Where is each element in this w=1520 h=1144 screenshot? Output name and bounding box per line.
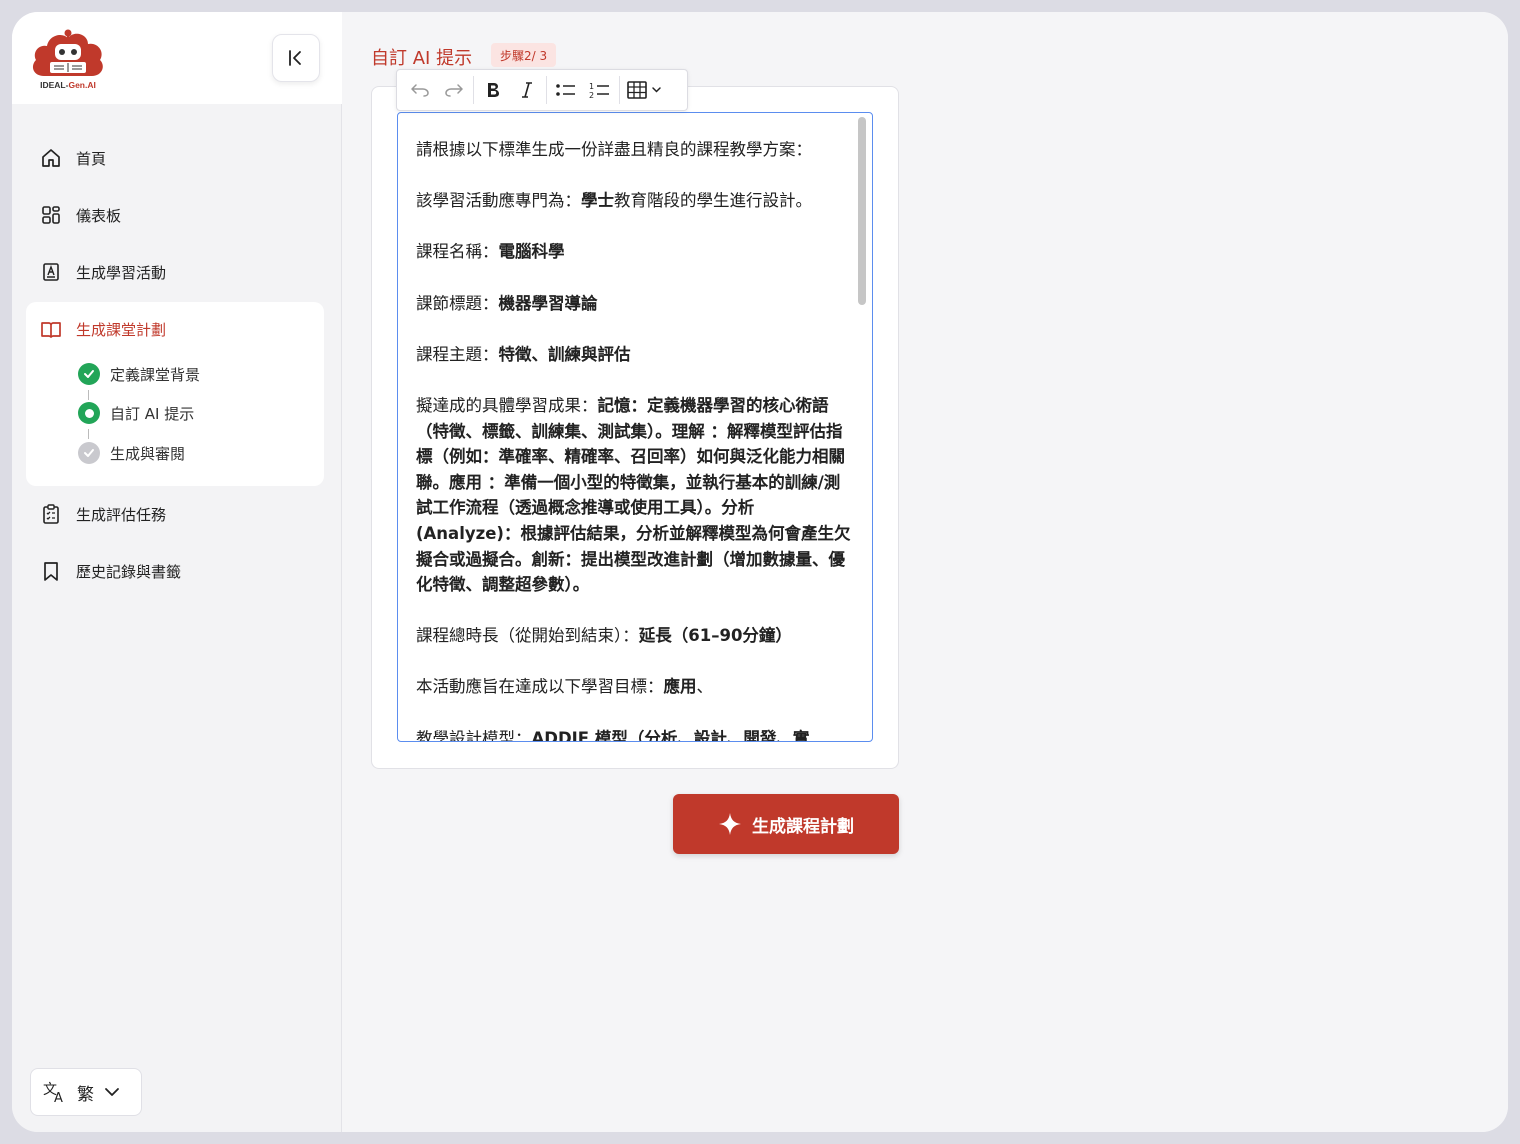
redo-icon [445, 84, 463, 97]
step-generate-review[interactable]: 生成與審閱 [78, 441, 185, 465]
table-icon [627, 81, 661, 99]
step-connector [88, 390, 89, 400]
generate-lesson-plan-button[interactable]: 生成課程計劃 [673, 794, 899, 854]
sparkle-icon [719, 813, 741, 835]
chevron-down-icon [105, 1088, 119, 1096]
sidebar-item-assessment[interactable]: 生成評估任務 [40, 496, 320, 532]
main-content: 自訂 AI 提示 步驟2/ 3 12 請根據以下標準生成一份詳盡且精良的課程教學… [343, 12, 1508, 1132]
brand-logo[interactable]: IDEAL-Gen.AI [30, 26, 106, 92]
brand-name: IDEAL-Gen.AI [30, 80, 106, 90]
robot-cloud-icon [32, 29, 103, 76]
pending-check-icon [78, 442, 100, 464]
step-connector [88, 429, 89, 439]
numbered-list-button[interactable]: 12 [583, 74, 617, 106]
home-icon [42, 149, 60, 167]
check-circle-icon [78, 363, 100, 385]
current-step-icon [78, 402, 100, 424]
sidebar-item-home[interactable]: 首頁 [40, 140, 320, 176]
undo-button[interactable] [403, 74, 437, 106]
sidebar: IDEAL-Gen.AI 首頁 儀表板 生成學習活動 生成課堂計劃 定義課堂背景… [12, 12, 342, 1132]
sidebar-item-label: 首頁 [76, 149, 107, 168]
step-define-context[interactable]: 定義課堂背景 [78, 362, 200, 386]
brand-name-accent: Gen.AI [68, 80, 96, 90]
step-customize-prompt[interactable]: 自訂 AI 提示 [78, 401, 194, 425]
editor-paragraph: 課程總時長（從開始到結束）：延長（61–90分鐘） [416, 626, 792, 646]
sidebar-header: IDEAL-Gen.AI [12, 12, 342, 104]
sidebar-item-learning-activity[interactable]: 生成學習活動 [40, 254, 320, 290]
numbered-list-icon: 12 [589, 82, 609, 99]
editor-paragraph: 請根據以下標準生成一份詳盡且精良的課程教學方案： [416, 140, 812, 159]
step-label: 生成與審閱 [110, 444, 186, 463]
sidebar-item-label: 生成課堂計劃 [76, 320, 167, 339]
sidebar-item-label: 歷史記錄與書籤 [76, 562, 182, 581]
activity-icon [43, 263, 59, 281]
editor-paragraph: 該學習活動應專門為：學士教育階段的學生進行設計。 [416, 191, 812, 211]
bullet-list-button[interactable] [549, 74, 583, 106]
generate-button-label: 生成課程計劃 [752, 816, 854, 837]
bullet-list-icon [556, 84, 575, 96]
sidebar-item-lesson-plan[interactable]: 生成課堂計劃 [40, 311, 320, 347]
collapse-left-icon [289, 50, 301, 66]
dashboard-icon [42, 206, 60, 224]
editor-paragraph: 擬達成的具體學習成果：記憶：定義機器學習的核心術語（特徵、標籤、訓練集、測試集）… [416, 395, 851, 595]
collapse-sidebar-button[interactable] [272, 34, 320, 82]
editor-paragraph: 教學設計模型：ADDIE 模型（分析、設計、開發、實 [416, 728, 810, 742]
table-button[interactable] [622, 74, 668, 106]
sidebar-item-history[interactable]: 歷史記錄與書籤 [40, 553, 320, 589]
editor-paragraph: 本活動應旨在達成以下學習目標：應用、 [416, 677, 713, 697]
bold-icon [488, 83, 499, 97]
sidebar-item-dashboard[interactable]: 儀表板 [40, 197, 320, 233]
editor-paragraph: 課節標題：機器學習導論 [416, 293, 598, 313]
language-selector[interactable]: 文 A 繁 [30, 1068, 142, 1116]
step-badge: 步驟2/ 3 [491, 43, 557, 67]
translate-icon: 文 A [43, 1082, 63, 1104]
bookmark-icon [44, 562, 58, 581]
scrollbar-thumb[interactable] [858, 117, 866, 305]
italic-icon [522, 82, 532, 98]
prompt-editor[interactable]: 請根據以下標準生成一份詳盡且精良的課程教學方案： 該學習活動應專門為：學士教育階… [397, 112, 873, 742]
svg-text:2: 2 [589, 91, 594, 99]
toolbar-divider [546, 76, 547, 104]
brand-name-prefix: IDEAL- [40, 80, 69, 90]
sidebar-item-label: 生成評估任務 [76, 505, 167, 524]
editor-toolbar: 12 [396, 69, 688, 111]
svg-text:A: A [54, 1091, 63, 1104]
editor-paragraph: 課程名稱：電腦科學 [416, 242, 565, 262]
sidebar-item-label: 生成學習活動 [76, 263, 167, 282]
editor-scrollbar[interactable] [858, 115, 866, 739]
bold-button[interactable] [476, 74, 510, 106]
toolbar-divider [473, 76, 474, 104]
clipboard-icon [43, 504, 59, 524]
step-label: 自訂 AI 提示 [110, 404, 195, 423]
svg-text:1: 1 [589, 82, 594, 91]
language-label: 繁 [77, 1084, 94, 1105]
italic-button[interactable] [510, 74, 544, 106]
page-title: 自訂 AI 提示 [371, 48, 473, 69]
editor-paragraph: 課程主題：特徵、訓練與評估 [416, 344, 631, 364]
app-window: IDEAL-Gen.AI 首頁 儀表板 生成學習活動 生成課堂計劃 定義課堂背景… [12, 12, 1508, 1132]
book-icon [41, 322, 61, 338]
editor-content[interactable]: 請根據以下標準生成一份詳盡且精良的課程教學方案： 該學習活動應專門為：學士教育階… [416, 137, 856, 742]
toolbar-divider [619, 76, 620, 104]
sidebar-item-label: 儀表板 [76, 206, 122, 225]
redo-button[interactable] [437, 74, 471, 106]
step-label: 定義課堂背景 [110, 365, 201, 384]
undo-icon [411, 84, 429, 97]
